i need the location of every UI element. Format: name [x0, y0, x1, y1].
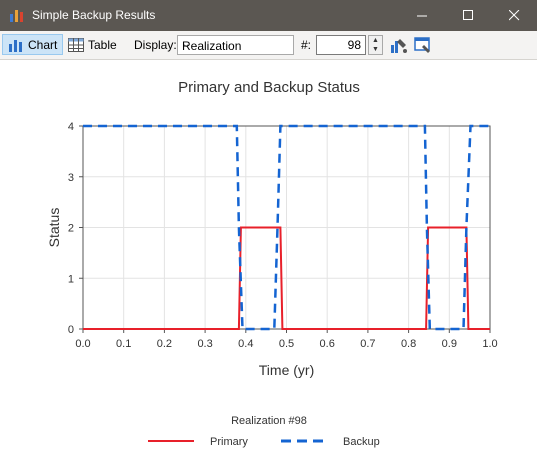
toolbar: Chart Table Display: Realization ⌄ #: 98… [0, 31, 537, 60]
realization-number-label: #: [301, 38, 312, 52]
close-button[interactable] [491, 0, 537, 31]
x-tick-label: 0.5 [279, 338, 294, 350]
display-select[interactable]: Realization ⌄ [177, 35, 294, 55]
maximize-icon [462, 10, 473, 20]
y-tick-label: 2 [68, 223, 74, 235]
legend-primary-label: Primary [210, 436, 248, 448]
y-tick-label: 4 [68, 121, 74, 133]
chart-title: Primary and Backup Status [178, 79, 360, 96]
realization-spinner[interactable]: ▲ ▼ [368, 35, 383, 55]
spin-up-icon[interactable]: ▲ [369, 36, 382, 45]
x-tick-label: 0.4 [238, 338, 253, 350]
title-bar: Simple Backup Results [0, 0, 537, 31]
table-view-label: Table [88, 37, 117, 52]
y-tick-label: 0 [68, 324, 74, 336]
x-tick-label: 0.0 [75, 338, 90, 350]
legend-backup-label: Backup [343, 436, 380, 448]
bar-chart-icon [9, 39, 22, 52]
spin-down-icon[interactable]: ▼ [369, 45, 382, 54]
chart-area: Primary and Backup Status 0.0 0.1 0.2 0.3 0.… [0, 60, 537, 464]
legend-title: Realization #98 [231, 415, 307, 427]
close-icon [508, 10, 519, 21]
chart-view-button[interactable]: Chart [2, 34, 63, 55]
chart-svg: Primary and Backup Status 0.0 0.1 0.2 0.3 0.… [46, 79, 498, 448]
chart-app-icon [10, 10, 23, 22]
x-axis-label: Time (yr) [259, 362, 314, 378]
x-tick-label: 0.1 [116, 338, 131, 350]
minimize-button[interactable] [399, 0, 445, 31]
x-tick-label: 0.6 [320, 338, 335, 350]
legend: Primary Backup [148, 436, 380, 448]
minimize-icon [416, 15, 427, 17]
display-label: Display: [134, 38, 177, 52]
x-tick-label: 1.0 [482, 338, 497, 350]
x-tick-label: 0.9 [442, 338, 457, 350]
chart-properties-icon[interactable] [414, 36, 432, 54]
maximize-button[interactable] [445, 0, 491, 31]
chevron-down-icon: ⌄ [182, 39, 191, 50]
x-tick-label: 0.8 [401, 338, 416, 350]
chart-settings-icon[interactable] [390, 36, 408, 54]
realization-number-input[interactable]: 98 [316, 35, 366, 55]
chart-view-label: Chart [28, 37, 58, 52]
window-title: Simple Backup Results [32, 8, 156, 22]
table-icon [68, 37, 84, 52]
table-view-button[interactable]: Table [66, 34, 122, 55]
y-tick-label: 1 [68, 273, 74, 285]
y-axis-label: Status [46, 208, 62, 248]
x-tick-label: 0.7 [360, 338, 375, 350]
x-tick-label: 0.2 [157, 338, 172, 350]
x-tick-label: 0.3 [197, 338, 212, 350]
y-tick-label: 3 [68, 172, 74, 184]
